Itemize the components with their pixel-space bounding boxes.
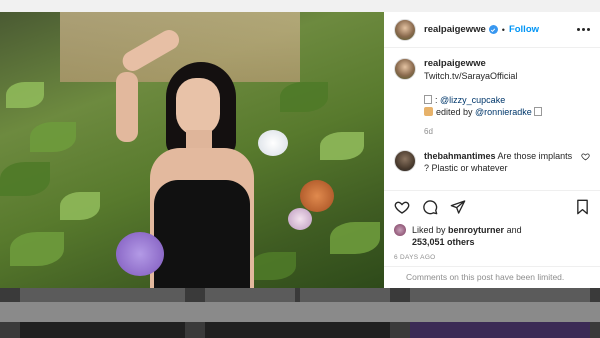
caption-line: Twitch.tv/SarayaOfficial [424, 71, 518, 81]
feed-divider [0, 302, 600, 322]
comment-text: thebahmantimes Are those implants ? Plas… [424, 150, 574, 174]
photo-foliage [0, 162, 50, 196]
caption: realpaigewwe Twitch.tv/SarayaOfficial : … [384, 48, 600, 138]
avatar[interactable] [394, 58, 416, 80]
photo-flower [258, 130, 288, 156]
feed-thumbnail[interactable] [410, 288, 590, 302]
caption-credit: : @lizzy_cupcake [424, 94, 545, 106]
mention-link[interactable]: @lizzy_cupcake [440, 95, 505, 105]
mention-link[interactable]: @ronnieradke [475, 107, 532, 117]
photo-foliage [10, 232, 64, 266]
follow-button[interactable]: Follow [509, 24, 539, 35]
feed-thumbnail[interactable] [205, 288, 295, 302]
share-icon[interactable] [450, 199, 466, 215]
likes-count[interactable]: 253,051 others [412, 237, 475, 247]
caption-timestamp[interactable]: 6d [424, 126, 545, 138]
caption-text: realpaigewwe Twitch.tv/SarayaOfficial : … [424, 58, 545, 138]
post-actions: Liked by benroyturner and 253,051 others… [384, 190, 600, 261]
photo-foliage [30, 122, 76, 152]
likes-summary: Liked by benroyturner and 253,051 others [394, 224, 590, 248]
photo-face [176, 78, 220, 136]
comment-item: thebahmantimes Are those implants ? Plas… [384, 138, 600, 174]
feed-thumbnail[interactable] [410, 322, 590, 338]
feed-thumbnail[interactable] [20, 288, 185, 302]
post-header: realpaigewwe • Follow [384, 12, 600, 48]
feed-thumbnail[interactable] [300, 288, 390, 302]
caption-edited: edited by @ronnieradke [424, 106, 545, 118]
heart-icon[interactable] [394, 199, 410, 215]
verified-badge-icon [488, 25, 498, 34]
avatar[interactable] [394, 150, 416, 172]
feed-top-strip [0, 0, 600, 12]
post-photo[interactable] [0, 12, 384, 288]
comment-icon[interactable] [422, 199, 438, 215]
post-modal: realpaigewwe • Follow realpaigewwe Twitc… [0, 12, 600, 288]
comment-username[interactable]: thebahmantimes [424, 151, 496, 161]
photo-foliage [330, 222, 380, 254]
photo-foliage [60, 192, 100, 220]
liked-by-user[interactable]: benroyturner [448, 225, 504, 235]
heart-icon[interactable] [581, 152, 590, 161]
bookmark-icon[interactable] [575, 199, 590, 215]
action-icons [394, 199, 590, 215]
photo-flower [288, 208, 312, 230]
photo-flower [300, 180, 334, 212]
post-timestamp[interactable]: 6 DAYS AGO [394, 254, 590, 261]
likes-text: Liked by benroyturner and 253,051 others [412, 225, 522, 247]
photo-flower [116, 232, 164, 276]
emoji-placeholder-icon [534, 107, 543, 116]
feed-thumbnail[interactable] [205, 322, 390, 338]
photo-dress [154, 180, 250, 288]
more-options-icon[interactable] [577, 28, 590, 31]
avatar[interactable] [394, 18, 416, 41]
photo-foliage [280, 82, 328, 112]
photo-arm [116, 72, 138, 142]
separator-dot: • [501, 24, 505, 35]
feed-thumbnail[interactable] [20, 322, 185, 338]
cake-emoji-icon [424, 107, 433, 116]
camera-emoji-icon [424, 95, 432, 104]
post-details-panel: realpaigewwe • Follow realpaigewwe Twitc… [384, 12, 600, 288]
photo-foliage [6, 82, 44, 108]
photo-foliage [320, 132, 364, 160]
comments-limited-notice: Comments on this post have been limited. [384, 266, 600, 282]
post-username[interactable]: realpaigewwe [424, 24, 486, 35]
caption-username[interactable]: realpaigewwe [424, 58, 545, 70]
avatar[interactable] [394, 224, 406, 236]
